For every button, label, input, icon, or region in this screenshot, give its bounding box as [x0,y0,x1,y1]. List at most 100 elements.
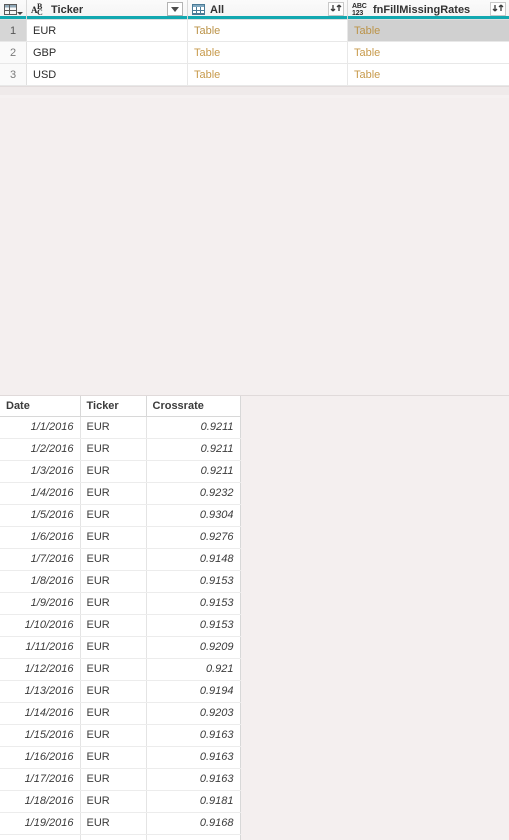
preview-table-row[interactable]: 1/20/2016EUR0.9182 [0,834,241,840]
abc-text-type-icon[interactable]: ABC [31,2,47,17]
filter-dropdown-button-ticker[interactable] [167,2,183,16]
preview-table-row[interactable]: 1/12/2016 EUR 0.921 [0,658,241,681]
preview-cell-crossrate[interactable]: 0.921 [146,658,241,681]
preview-table-row[interactable]: 1/19/2016 EUR 0.9168 [0,812,241,835]
preview-cell-crossrate[interactable]: 0.9276 [146,526,241,549]
table-link[interactable]: Table [194,47,220,59]
preview-cell-ticker[interactable]: EUR [80,768,147,791]
preview-cell-crossrate[interactable]: 0.9163 [146,724,241,747]
row-number-cell[interactable]: 2 [0,42,27,63]
preview-cell-crossrate[interactable]: 0.9153 [146,614,241,637]
cell-ticker[interactable]: EUR [27,20,188,41]
preview-table-row[interactable]: 1/10/2016 EUR 0.9153 [0,614,241,637]
preview-cell-ticker[interactable]: EUR [80,460,147,483]
table-row[interactable]: 3 USD Table Table [0,64,509,86]
preview-cell-date[interactable]: 1/8/2016 [0,570,81,593]
preview-cell-date[interactable]: 1/11/2016 [0,636,81,659]
preview-cell-ticker[interactable]: EUR [80,636,147,659]
column-header-ticker[interactable]: ABC Ticker [27,0,188,19]
preview-cell-crossrate[interactable]: 0.9148 [146,548,241,571]
preview-cell-crossrate[interactable]: 0.9209 [146,636,241,659]
preview-column-header-crossrate[interactable]: Crossrate [146,396,241,417]
table-link[interactable]: Table [354,25,380,37]
preview-table-row[interactable]: 1/11/2016 EUR 0.9209 [0,636,241,659]
preview-cell-crossrate[interactable]: 0.9203 [146,702,241,725]
expand-columns-button-fnfillmissingrates[interactable] [490,2,506,16]
preview-cell-crossrate[interactable]: 0.9181 [146,790,241,813]
column-header-all[interactable]: All [188,0,348,19]
preview-cell-ticker[interactable]: EUR [80,614,147,637]
preview-table-row[interactable]: 1/14/2016 EUR 0.9203 [0,702,241,725]
preview-cell-crossrate[interactable]: 0.9153 [146,592,241,615]
preview-cell-date[interactable]: 1/15/2016 [0,724,81,747]
preview-cell-date[interactable]: 1/20/2016 [0,834,81,840]
preview-table-row[interactable]: 1/7/2016 EUR 0.9148 [0,548,241,571]
preview-cell-date[interactable]: 1/18/2016 [0,790,81,813]
preview-cell-date[interactable]: 1/14/2016 [0,702,81,725]
cell-fnfillmissingrates[interactable]: Table [348,42,509,63]
preview-cell-date[interactable]: 1/17/2016 [0,768,81,791]
preview-table-row[interactable]: 1/18/2016 EUR 0.9181 [0,790,241,813]
preview-cell-crossrate[interactable]: 0.9182 [146,834,241,840]
preview-table-row[interactable]: 1/17/2016 EUR 0.9163 [0,768,241,791]
table-dropdown-icon[interactable] [3,3,23,16]
preview-table-row[interactable]: 1/13/2016 EUR 0.9194 [0,680,241,703]
preview-cell-crossrate[interactable]: 0.9163 [146,768,241,791]
cell-ticker[interactable]: USD [27,64,188,85]
table-type-icon[interactable] [192,3,206,16]
preview-cell-date[interactable]: 1/13/2016 [0,680,81,703]
preview-cell-date[interactable]: 1/6/2016 [0,526,81,549]
select-all-rows-header[interactable] [0,0,27,19]
table-row[interactable]: 1 EUR Table Table [0,20,509,42]
preview-cell-crossrate[interactable]: 0.9163 [146,746,241,769]
preview-cell-crossrate[interactable]: 0.9211 [146,460,241,483]
expand-columns-button-all[interactable] [328,2,344,16]
preview-cell-ticker[interactable]: EUR [80,592,147,615]
preview-cell-ticker[interactable]: EUR [80,504,147,527]
preview-cell-date[interactable]: 1/12/2016 [0,658,81,681]
table-row[interactable]: 2 GBP Table Table [0,42,509,64]
abc123-any-type-icon[interactable]: ABC 123 [352,2,369,17]
preview-cell-crossrate[interactable]: 0.9153 [146,570,241,593]
preview-cell-ticker[interactable]: EUR [80,680,147,703]
preview-table-row[interactable]: 1/9/2016 EUR 0.9153 [0,592,241,615]
preview-table-row[interactable]: 1/8/2016 EUR 0.9153 [0,570,241,593]
preview-cell-date[interactable]: 1/4/2016 [0,482,81,505]
preview-cell-date[interactable]: 1/9/2016 [0,592,81,615]
preview-cell-ticker[interactable]: EUR [80,702,147,725]
preview-cell-crossrate[interactable]: 0.9211 [146,438,241,461]
preview-column-header-ticker[interactable]: Ticker [80,396,147,417]
table-link[interactable]: Table [194,25,220,37]
preview-table-row[interactable]: 1/15/2016 EUR 0.9163 [0,724,241,747]
preview-cell-date[interactable]: 1/16/2016 [0,746,81,769]
preview-cell-crossrate[interactable]: 0.9194 [146,680,241,703]
preview-cell-ticker[interactable]: EUR [80,416,147,439]
preview-cell-ticker[interactable]: EUR [80,834,147,840]
preview-cell-date[interactable]: 1/2/2016 [0,438,81,461]
preview-table-row[interactable]: 1/4/2016 EUR 0.9232 [0,482,241,505]
preview-cell-ticker[interactable]: EUR [80,482,147,505]
preview-table-row[interactable]: 1/3/2016 EUR 0.9211 [0,460,241,483]
table-link[interactable]: Table [194,69,220,81]
preview-cell-crossrate[interactable]: 0.9232 [146,482,241,505]
cell-ticker[interactable]: GBP [27,42,188,63]
preview-cell-ticker[interactable]: EUR [80,526,147,549]
cell-all[interactable]: Table [188,20,348,41]
preview-cell-date[interactable]: 1/7/2016 [0,548,81,571]
preview-cell-crossrate[interactable]: 0.9304 [146,504,241,527]
cell-all[interactable]: Table [188,64,348,85]
preview-table-row[interactable]: 1/6/2016 EUR 0.9276 [0,526,241,549]
preview-cell-ticker[interactable]: EUR [80,724,147,747]
preview-table-row[interactable]: 1/2/2016 EUR 0.9211 [0,438,241,461]
cell-fnfillmissingrates[interactable]: Table [348,20,509,41]
preview-cell-ticker[interactable]: EUR [80,658,147,681]
preview-cell-crossrate[interactable]: 0.9168 [146,812,241,835]
preview-cell-date[interactable]: 1/10/2016 [0,614,81,637]
preview-cell-ticker[interactable]: EUR [80,548,147,571]
preview-cell-date[interactable]: 1/19/2016 [0,812,81,835]
table-link[interactable]: Table [354,69,380,81]
preview-column-header-date[interactable]: Date [0,396,81,417]
preview-table-row[interactable]: 1/5/2016 EUR 0.9304 [0,504,241,527]
preview-cell-date[interactable]: 1/1/2016 [0,416,81,439]
preview-cell-date[interactable]: 1/5/2016 [0,504,81,527]
